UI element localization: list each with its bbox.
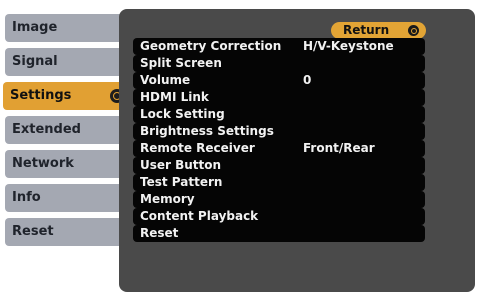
tab-settings[interactable]: Settings (3, 82, 130, 110)
menu-item-test-pattern[interactable]: Test Pattern (133, 174, 425, 191)
menu-item-memory[interactable]: Memory (133, 191, 425, 208)
settings-menu-list: Geometry Correction H/V-Keystone Split S… (133, 38, 425, 242)
menu-item-reset[interactable]: Reset (133, 225, 425, 242)
tab-label: Info (12, 190, 41, 205)
tab-signal[interactable]: Signal (5, 48, 128, 76)
settings-panel: Return Geometry Correction H/V-Keystone … (119, 9, 475, 292)
tab-label: Extended (12, 122, 81, 137)
menu-item-label: User Button (140, 158, 222, 172)
menu-item-label: Lock Setting (140, 107, 225, 121)
menu-item-content-playback[interactable]: Content Playback (133, 208, 425, 225)
menu-item-value: Front/Rear (303, 141, 375, 155)
menu-item-remote-receiver[interactable]: Remote Receiver Front/Rear (133, 140, 425, 157)
menu-item-label: Reset (140, 226, 179, 240)
tab-label: Image (12, 20, 58, 35)
menu-item-value: H/V-Keystone (303, 39, 394, 53)
tab-label: Signal (12, 54, 58, 69)
return-label: Return (343, 23, 390, 37)
menu-item-user-button[interactable]: User Button (133, 157, 425, 174)
menu-item-value: 0 (303, 73, 312, 87)
menu-item-label: Volume (140, 73, 191, 87)
tab-extended[interactable]: Extended (5, 116, 128, 144)
tab-label: Network (12, 156, 74, 171)
menu-item-lock-setting[interactable]: Lock Setting (133, 106, 425, 123)
menu-item-volume[interactable]: Volume 0 (133, 72, 425, 89)
tab-label: Reset (12, 224, 54, 239)
menu-item-label: Memory (140, 192, 195, 206)
tab-network[interactable]: Network (5, 150, 128, 178)
tab-info[interactable]: Info (5, 184, 128, 212)
menu-item-geometry-correction[interactable]: Geometry Correction H/V-Keystone (133, 38, 425, 55)
menu-item-label: Remote Receiver (140, 141, 255, 155)
enter-icon (408, 25, 419, 36)
menu-item-label: Test Pattern (140, 175, 223, 189)
menu-item-label: Geometry Correction (140, 39, 282, 53)
menu-item-label: Content Playback (140, 209, 259, 223)
menu-item-label: Brightness Settings (140, 124, 274, 138)
menu-item-hdmi-link[interactable]: HDMI Link (133, 89, 425, 106)
tab-image[interactable]: Image (5, 14, 128, 42)
menu-item-label: Split Screen (140, 56, 222, 70)
menu-item-split-screen[interactable]: Split Screen (133, 55, 425, 72)
tab-label: Settings (10, 88, 72, 103)
tab-reset[interactable]: Reset (5, 218, 128, 246)
menu-item-brightness-settings[interactable]: Brightness Settings (133, 123, 425, 140)
return-button[interactable]: Return (331, 22, 426, 39)
menu-item-label: HDMI Link (140, 90, 209, 104)
